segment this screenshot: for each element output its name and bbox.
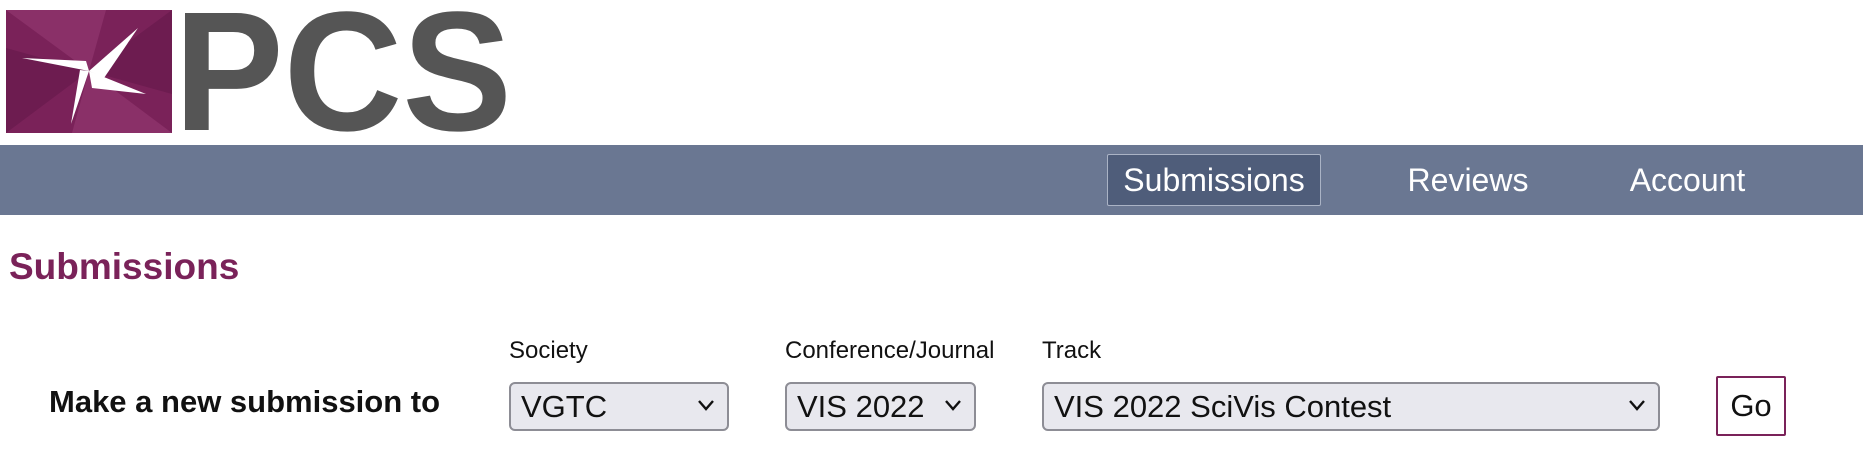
pcs-logo[interactable]: PCS	[6, 6, 516, 136]
chevron-down-icon	[697, 398, 715, 412]
society-label: Society	[509, 337, 588, 364]
page-title: Submissions	[9, 246, 240, 287]
new-submission-label: Make a new submission to	[49, 384, 441, 419]
track-label: Track	[1042, 337, 1102, 364]
track-select[interactable]: VIS 2022 SciVis Contest	[1042, 382, 1660, 431]
track-select-value: VIS 2022 SciVis Contest	[1054, 389, 1392, 424]
society-select-value: VGTC	[521, 389, 608, 424]
go-button[interactable]: Go	[1716, 376, 1786, 436]
main-navbar: Submissions Reviews Account	[0, 145, 1863, 215]
nav-tab-submissions[interactable]: Submissions	[1107, 154, 1321, 206]
society-select[interactable]: VGTC	[509, 382, 729, 431]
chevron-down-icon	[944, 398, 962, 412]
svg-text:PCS: PCS	[174, 6, 512, 136]
site-header: PCS	[0, 0, 1863, 145]
conference-label: Conference/Journal	[785, 337, 995, 364]
conference-select[interactable]: VIS 2022	[785, 382, 976, 431]
nav-tab-account[interactable]: Account	[1615, 154, 1760, 206]
conference-select-value: VIS 2022	[797, 389, 925, 424]
nav-tab-reviews[interactable]: Reviews	[1390, 154, 1546, 206]
chevron-down-icon	[1628, 398, 1646, 412]
